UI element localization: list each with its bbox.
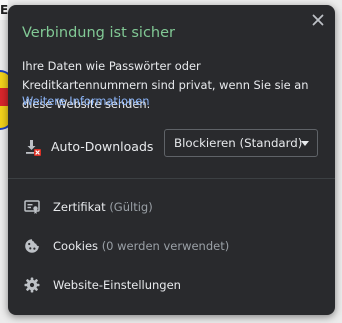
cookies-label: Cookies (0 werden verwendet) — [53, 239, 229, 253]
connection-status-title: Verbindung ist sicher — [22, 25, 176, 41]
chevron-down-icon — [301, 141, 309, 146]
gear-icon — [24, 277, 40, 293]
section-divider — [8, 178, 335, 179]
auto-downloads-label: Auto-Downloads — [51, 139, 154, 154]
certificate-menu-item[interactable]: Zertifikat (Gültig) — [8, 189, 335, 225]
close-icon[interactable] — [310, 12, 326, 28]
site-settings-menu-item[interactable]: Website-Einstellungen — [8, 267, 335, 303]
certificate-icon — [24, 199, 40, 215]
download-blocked-icon — [24, 139, 42, 157]
more-info-link[interactable]: Weitere Informationen — [22, 94, 149, 108]
certificate-label: Zertifikat (Gültig) — [53, 200, 153, 214]
site-settings-label: Website-Einstellungen — [53, 278, 181, 292]
certificate-status: (Gültig) — [109, 200, 153, 214]
background-logo-accent — [0, 88, 8, 106]
auto-downloads-selected-value: Blockieren (Standard) — [174, 136, 303, 150]
cookies-count: (0 werden verwendet) — [101, 239, 230, 253]
cookies-menu-item[interactable]: Cookies (0 werden verwendet) — [8, 228, 335, 264]
background-tab-fragment: E — [0, 0, 8, 20]
certificate-label-text: Zertifikat — [53, 200, 106, 214]
cookies-label-text: Cookies — [53, 239, 99, 253]
site-info-popup: Verbindung ist sicher Ihre Daten wie Pas… — [8, 5, 335, 315]
auto-downloads-select[interactable]: Blockieren (Standard) — [164, 129, 318, 157]
auto-downloads-permission-row: Auto-Downloads Blockieren (Standard) — [8, 129, 335, 165]
cookie-icon — [24, 238, 40, 254]
